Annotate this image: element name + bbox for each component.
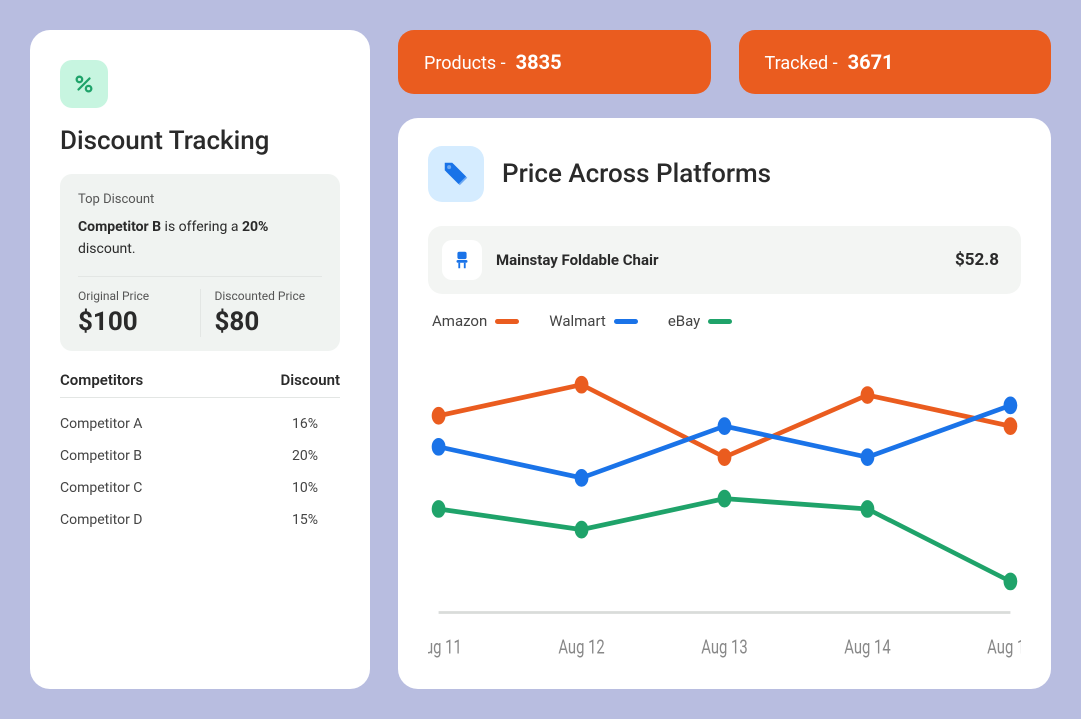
competitors-col-discount: Discount xyxy=(281,371,340,389)
table-row: Competitor A 16% xyxy=(60,408,340,440)
legend-amazon-label: Amazon xyxy=(432,312,487,330)
top-discount-box: Top Discount Competitor B is offering a … xyxy=(60,174,340,351)
discount-tracking-card: Discount Tracking Top Discount Competito… xyxy=(30,30,370,689)
legend-walmart[interactable]: Walmart xyxy=(549,312,638,330)
products-label: Products - xyxy=(424,53,506,74)
svg-text:Aug 15: Aug 15 xyxy=(987,637,1021,659)
product-name: Mainstay Foldable Chair xyxy=(496,251,941,269)
legend-ebay[interactable]: eBay xyxy=(668,312,732,330)
competitor-discount: 20% xyxy=(292,448,340,464)
percent-icon xyxy=(60,60,108,108)
svg-text:Aug 14: Aug 14 xyxy=(844,637,891,659)
products-value: 3835 xyxy=(516,50,562,74)
top-suffix: discount. xyxy=(78,241,136,257)
competitor-discount: 15% xyxy=(292,512,340,528)
legend-walmart-label: Walmart xyxy=(549,312,606,330)
svg-text:Aug 11: Aug 11 xyxy=(428,637,462,659)
legend-amazon[interactable]: Amazon xyxy=(432,312,519,330)
competitor-name: Competitor B xyxy=(60,448,142,464)
chart-legend: Amazon Walmart eBay xyxy=(428,312,1021,330)
competitor-name: Competitor D xyxy=(60,512,142,528)
top-discount-text: Competitor B is offering a 20% discount. xyxy=(78,217,322,260)
price-title: Price Across Platforms xyxy=(502,159,771,189)
products-stat-card[interactable]: Products - 3835 xyxy=(398,30,711,94)
top-mid: is offering a xyxy=(161,219,242,235)
top-percent: 20% xyxy=(242,219,268,235)
discounted-price-value: $80 xyxy=(215,307,323,337)
competitors-header: Competitors Discount xyxy=(60,371,340,398)
legend-ebay-label: eBay xyxy=(668,312,700,330)
table-row: Competitor C 10% xyxy=(60,472,340,504)
competitor-discount: 10% xyxy=(292,480,340,496)
tags-icon xyxy=(428,146,484,202)
top-discount-label: Top Discount xyxy=(78,192,322,207)
top-competitor: Competitor B xyxy=(78,219,161,235)
competitor-discount: 16% xyxy=(292,416,340,432)
price-chart: Aug 11 Aug 12 Aug 13 Aug 14 Aug 15 xyxy=(428,340,1021,667)
original-price-value: $100 xyxy=(78,307,186,337)
competitor-name: Competitor A xyxy=(60,416,142,432)
tracked-stat-card[interactable]: Tracked - 3671 xyxy=(739,30,1052,94)
competitor-rows: Competitor A 16% Competitor B 20% Compet… xyxy=(60,408,340,536)
svg-text:Aug 12: Aug 12 xyxy=(558,637,604,659)
legend-swatch-walmart xyxy=(614,319,638,324)
tracked-value: 3671 xyxy=(848,50,894,74)
price-across-platforms-card: Price Across Platforms Mainstay Foldable… xyxy=(398,118,1051,689)
svg-text:Aug 13: Aug 13 xyxy=(701,637,747,659)
discounted-price-label: Discounted Price xyxy=(215,289,323,303)
competitor-name: Competitor C xyxy=(60,480,142,496)
table-row: Competitor D 15% xyxy=(60,504,340,536)
table-row: Competitor B 20% xyxy=(60,440,340,472)
tracked-label: Tracked - xyxy=(765,53,838,74)
original-price-label: Original Price xyxy=(78,289,186,303)
discount-title: Discount Tracking xyxy=(60,126,340,156)
legend-swatch-amazon xyxy=(495,319,519,324)
product-chip[interactable]: Mainstay Foldable Chair $52.8 xyxy=(428,226,1021,294)
chair-icon xyxy=(442,240,482,280)
competitors-col-name: Competitors xyxy=(60,371,143,389)
product-price: $52.8 xyxy=(955,250,999,270)
legend-swatch-ebay xyxy=(708,319,732,324)
